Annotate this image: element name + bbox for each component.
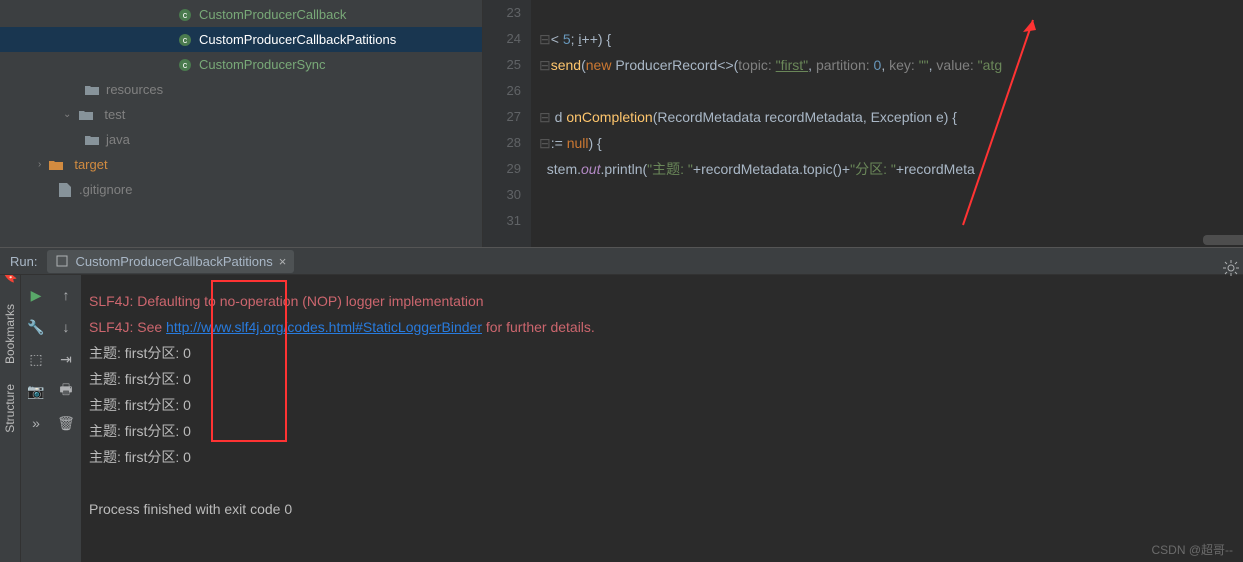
tree-item[interactable]: cCustomProducerCallback — [0, 2, 482, 27]
console-line: 主题: first分区: 0 — [89, 392, 1235, 418]
run-toolbar-1: ▶ 🔧 ⬚ 📷 » — [21, 248, 51, 562]
folder-icon — [85, 83, 99, 97]
settings-gear-icon[interactable] — [1223, 260, 1239, 276]
rerun-button[interactable]: ▶ — [27, 286, 45, 304]
up-icon[interactable]: ↑ — [57, 286, 75, 304]
tree-item[interactable]: ›target — [0, 152, 482, 177]
down-icon[interactable]: ↓ — [57, 318, 75, 336]
tool-stripe: 🔖 Bookmarks Structure — [0, 248, 21, 562]
console-line: 主题: first分区: 0 — [89, 340, 1235, 366]
project-tree[interactable]: cCustomProducerCallback cCustomProducerC… — [0, 0, 483, 247]
folder-icon — [79, 108, 93, 122]
code-editor[interactable]: 23 24 25 26 27 28 29 30 31 ⊟< 5; i++) { … — [483, 0, 1243, 247]
tree-item[interactable]: resources — [0, 77, 482, 102]
chevron-down-icon: ⌄ — [63, 109, 71, 120]
camera-icon[interactable]: 📷 — [27, 382, 45, 400]
run-toolbar-2: ↑ ↓ ⇥ 🖶 🗑 — [51, 248, 81, 562]
svg-text:c: c — [183, 60, 188, 70]
watermark: CSDN @超哥-- — [1151, 541, 1233, 558]
folder-icon — [85, 133, 99, 147]
trash-icon[interactable]: 🗑 — [57, 414, 75, 432]
class-icon: c — [178, 8, 192, 22]
expand-icon[interactable]: » — [27, 414, 45, 432]
class-icon: c — [178, 58, 192, 72]
console-line: 主题: first分区: 0 — [89, 366, 1235, 392]
wrench-icon[interactable]: 🔧 — [27, 318, 45, 336]
debug-icon[interactable]: ⬚ — [27, 350, 45, 368]
bookmarks-tab[interactable]: Bookmarks — [3, 304, 17, 364]
tree-item[interactable]: cCustomProducerSync — [0, 52, 482, 77]
run-label: Run: — [10, 254, 37, 269]
tree-item[interactable]: ⌄test — [0, 102, 482, 127]
horizontal-scrollbar[interactable] — [1203, 235, 1243, 245]
print-icon[interactable]: 🖶 — [57, 382, 75, 400]
chevron-right-icon: › — [38, 159, 41, 170]
svg-text:c: c — [183, 35, 188, 45]
file-icon — [58, 183, 72, 197]
app-icon — [55, 254, 69, 268]
console-line: 主题: first分区: 0 — [89, 418, 1235, 444]
tree-item[interactable]: .gitignore — [0, 177, 482, 202]
svg-text:c: c — [183, 10, 188, 20]
console-line: SLF4J: See http://www.slf4j.org/codes.ht… — [89, 314, 1235, 340]
console-line: 主题: first分区: 0 — [89, 444, 1235, 470]
structure-tab[interactable]: Structure — [3, 384, 17, 433]
class-icon: c — [178, 33, 192, 47]
gutter: 23 24 25 26 27 28 29 30 31 — [483, 0, 531, 247]
code-area[interactable]: ⊟< 5; i++) { ⊟send(new ProducerRecord<>(… — [531, 0, 1243, 247]
tree-item-selected[interactable]: cCustomProducerCallbackPatitions — [0, 27, 482, 52]
console-output[interactable]: SLF4J: Defaulting to no-operation (NOP) … — [81, 248, 1243, 562]
tree-item[interactable]: java — [0, 127, 482, 152]
console-line: SLF4J: Defaulting to no-operation (NOP) … — [89, 288, 1235, 314]
slf4j-link[interactable]: http://www.slf4j.org/codes.html#StaticLo… — [166, 319, 482, 335]
folder-icon — [49, 158, 63, 172]
console-line: Process finished with exit code 0 — [89, 496, 1235, 522]
soft-wrap-icon[interactable]: ⇥ — [57, 350, 75, 368]
